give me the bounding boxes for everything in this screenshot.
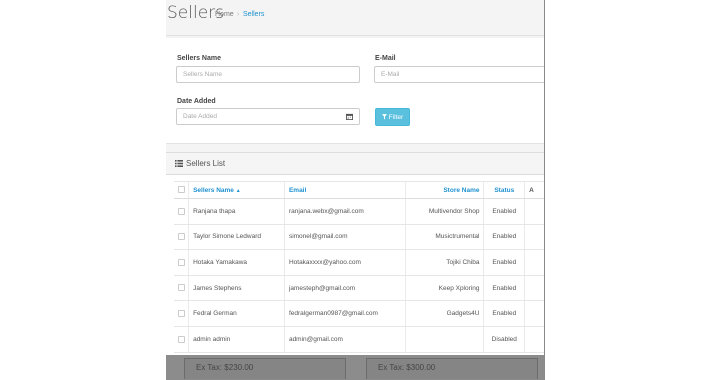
calendar-button[interactable] (340, 108, 360, 125)
page-header: Sellers Home › Sellers (166, 0, 544, 36)
filter-button-label: Filter (388, 113, 404, 121)
ex-tax-box-right: Ex Tax: $300.00 (366, 358, 538, 379)
status-cell: Disabled (483, 326, 525, 353)
select-all-checkbox[interactable] (177, 186, 185, 194)
store-name-cell: Multivendor Shop (404, 198, 484, 225)
breadcrumb-sellers-link[interactable]: Sellers (243, 11, 264, 18)
breadcrumb-separator: › (237, 11, 240, 18)
sellers-list-panel: Sellers List Sellers Name ▲ Email Store … (166, 152, 544, 380)
filter-button[interactable]: Filter (375, 108, 410, 126)
select-all-cell (174, 181, 189, 199)
store-name-cell: Tojiki Chiba (404, 249, 484, 276)
row-checkbox[interactable] (177, 310, 185, 318)
seller-name-cell: James Stephens (188, 275, 285, 302)
sort-ascending-icon: ▲ (235, 187, 241, 194)
admin-viewport: Sellers Home › Sellers Sellers Name E-Ma… (166, 0, 544, 380)
seller-email-cell: Hotakaxxxx@yahoo.com (283, 249, 406, 276)
sellers-list-heading: Sellers List (166, 153, 544, 175)
calendar-icon (346, 113, 353, 120)
seller-name-cell: Fedral German (188, 300, 285, 327)
action-cell (524, 198, 544, 225)
table-row: Fedral German fedralgerman0987@gmail.com… (174, 300, 544, 327)
action-cell (524, 326, 544, 353)
column-header-action: A (524, 181, 544, 199)
column-header-sellers-name[interactable]: Sellers Name ▲ (188, 181, 285, 199)
column-header-store-name[interactable]: Store Name (404, 181, 484, 199)
seller-email-cell: admin@gmail.com (283, 326, 406, 353)
email-input[interactable] (374, 66, 544, 83)
seller-name-cell: Ranjana thapa (188, 198, 285, 225)
row-checkbox[interactable] (177, 258, 185, 266)
row-checkbox[interactable] (177, 284, 185, 292)
list-icon (175, 160, 183, 167)
row-checkbox[interactable] (177, 207, 185, 215)
row-checkbox[interactable] (177, 233, 185, 241)
date-added-label: Date Added (177, 98, 216, 105)
seller-name-cell: admin admin (188, 326, 285, 353)
column-header-status[interactable]: Status (483, 181, 525, 199)
store-name-cell: Keep Xploring (404, 275, 484, 302)
seller-email-cell: fedralgerman0987@gmail.com (283, 300, 406, 327)
window-edge-divider (544, 0, 545, 380)
email-label: E-Mail (375, 55, 396, 62)
row-checkbox[interactable] (177, 335, 185, 343)
table-header-row: Sellers Name ▲ Email Store Name Status A (174, 181, 544, 199)
seller-name-cell: Hotaka Yamakawa (188, 249, 285, 276)
sellers-name-label: Sellers Name (177, 55, 221, 62)
funnel-icon (381, 114, 387, 120)
action-cell (524, 300, 544, 327)
seller-email-cell: simonel@gmail.com (283, 224, 406, 251)
seller-name-cell: Taylor Simone Ledward (188, 224, 285, 251)
seller-email-cell: jamesteph@gmail.com (283, 275, 406, 302)
table-row: James Stephens jamesteph@gmail.com Keep … (174, 275, 544, 302)
ex-tax-box-left: Ex Tax: $230.00 (184, 358, 346, 379)
date-added-input[interactable] (176, 108, 341, 125)
sellers-list-title: Sellers List (186, 159, 226, 168)
action-cell (524, 249, 544, 276)
action-cell (524, 224, 544, 251)
column-header-email[interactable]: Email (283, 181, 406, 199)
action-cell (524, 275, 544, 302)
sellers-name-input[interactable] (176, 66, 360, 83)
status-cell: Enabled (483, 300, 525, 327)
store-name-cell: Gadgets4U (404, 300, 484, 327)
seller-email-cell: ranjana.webx@gmail.com (283, 198, 406, 225)
status-cell: Enabled (483, 249, 525, 276)
filter-panel: Sellers Name E-Mail Date Added Filter (166, 38, 544, 144)
status-cell: Enabled (483, 224, 525, 251)
table-row: Hotaka Yamakawa Hotakaxxxx@yahoo.com Toj… (174, 249, 544, 276)
sellers-table: Sellers Name ▲ Email Store Name Status A… (174, 181, 544, 353)
status-cell: Enabled (483, 275, 525, 302)
breadcrumb-home-link[interactable]: Home (215, 11, 234, 18)
table-row: Taylor Simone Ledward simonel@gmail.com … (174, 224, 544, 251)
status-cell: Enabled (483, 198, 525, 225)
table-row: Ranjana thapa ranjana.webx@gmail.com Mul… (174, 198, 544, 225)
bottom-overlay-bar: Ex Tax: $230.00 Ex Tax: $300.00 (166, 355, 544, 380)
store-name-cell (404, 326, 484, 353)
store-name-cell: Musictrumental (404, 224, 484, 251)
table-row: admin admin admin@gmail.com Disabled (174, 326, 544, 353)
